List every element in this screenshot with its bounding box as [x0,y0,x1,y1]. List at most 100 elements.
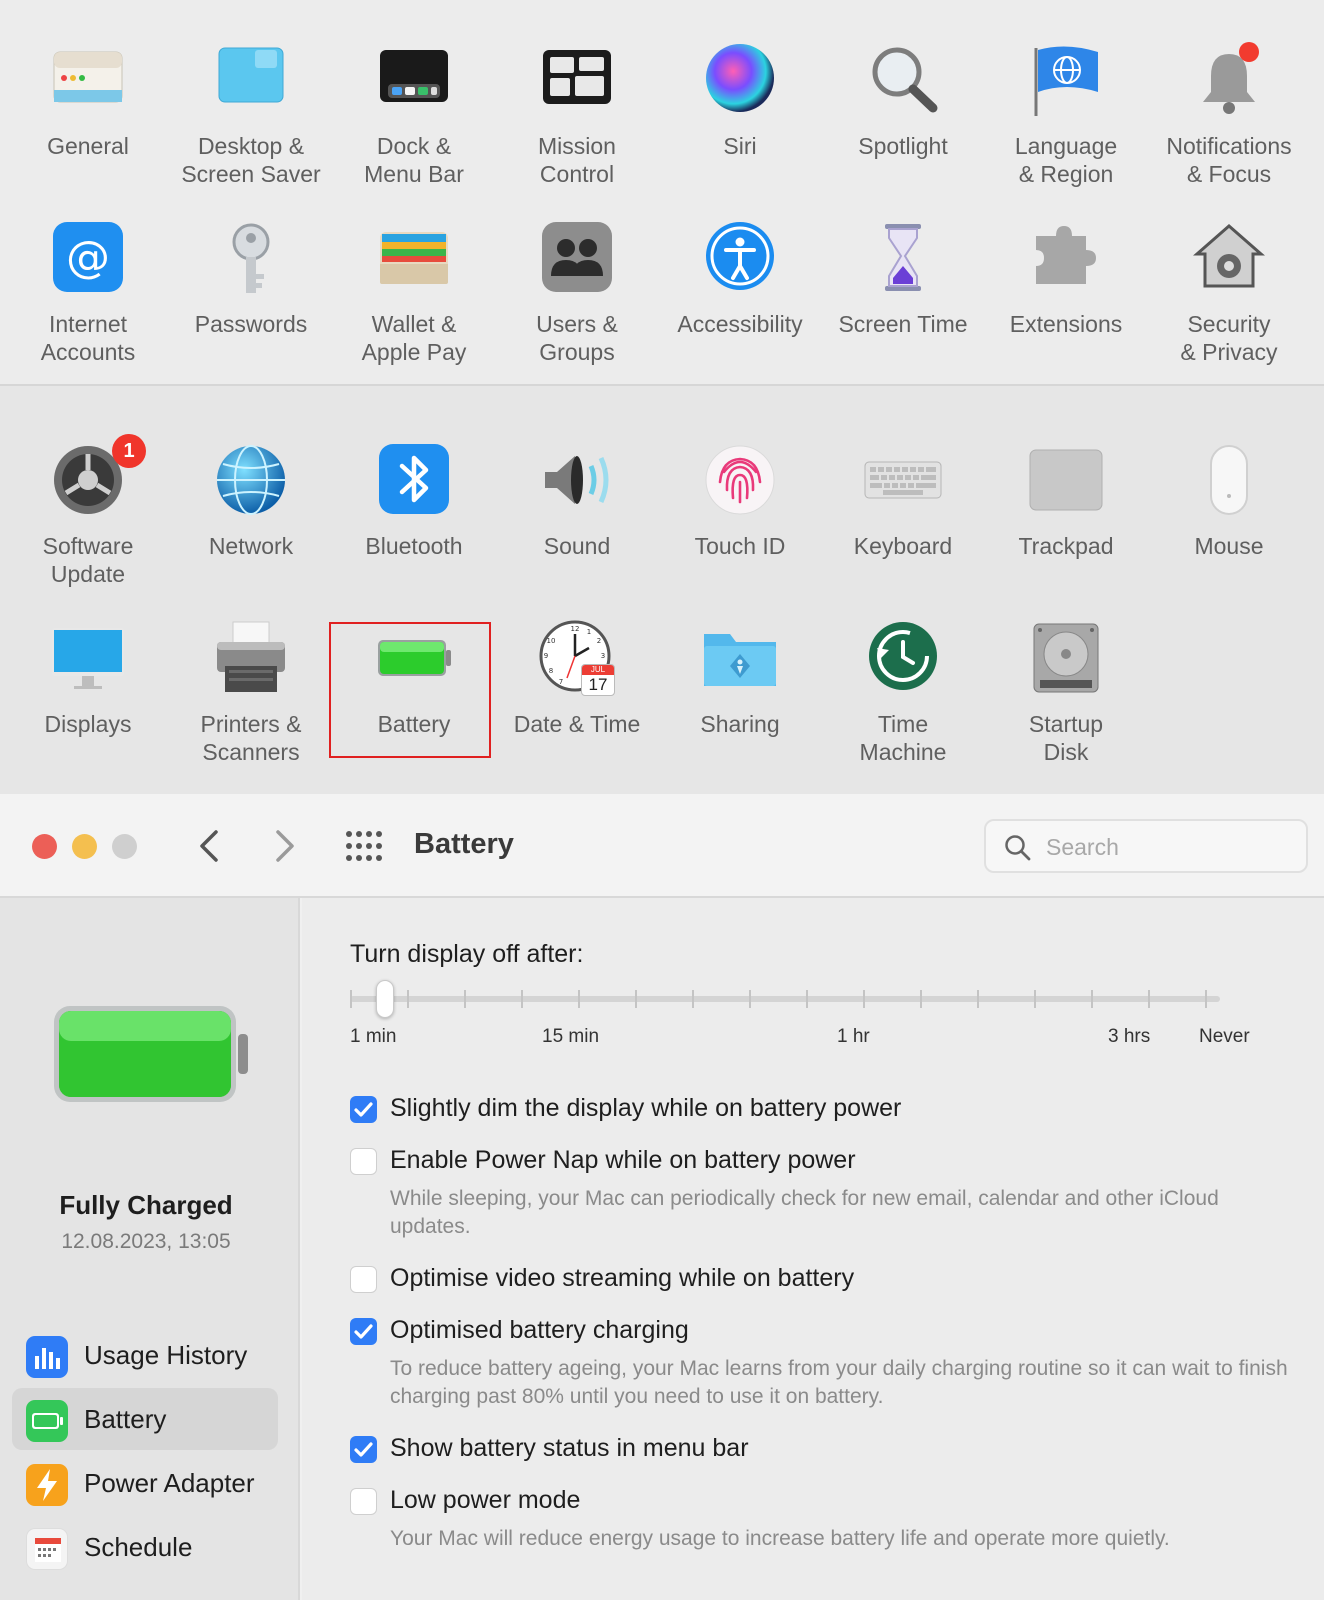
pref-label: Date & Time [513,711,641,737]
slider-thumb[interactable] [376,980,394,1018]
pref-extensions[interactable]: Extensions [986,220,1146,338]
power-nap-checkbox[interactable] [350,1148,377,1175]
tick-label-1hr: 1 hr [837,1026,870,1047]
low-power-mode-checkbox[interactable] [350,1488,377,1515]
pref-accessibility[interactable]: Accessibility [660,220,820,338]
pref-label: Printers & Scanners [200,711,302,765]
svg-text:2: 2 [597,637,601,645]
pref-label: Startup Disk [1028,711,1104,765]
pref-spotlight[interactable]: Spotlight [823,42,983,160]
svg-text:12: 12 [571,625,580,633]
users-icon [537,220,617,300]
pref-label: Bluetooth [365,533,463,559]
slider-label: Turn display off after: [350,940,584,968]
pref-language-region[interactable]: Language & Region [986,42,1146,188]
pref-sharing[interactable]: Sharing [660,620,820,738]
date-time-icon: 12 1 2 3 10 9 8 7 JUL 17 [537,620,617,700]
pref-desktop-screen-saver[interactable]: Desktop & Screen Saver [171,42,331,188]
sound-icon [537,442,617,522]
slider-tick [977,990,979,1008]
pref-bluetooth[interactable]: Bluetooth [334,442,494,560]
show-battery-status-label: Show battery status in menu bar [390,1434,749,1462]
pref-label: Time Machine [859,711,947,765]
pref-keyboard[interactable]: Keyboard [823,442,983,560]
sidebar-item-schedule[interactable]: Schedule [12,1516,278,1578]
pref-label: Displays [44,711,132,737]
svg-text:8: 8 [549,667,553,675]
pref-startup-disk[interactable]: Startup Disk [986,620,1146,766]
pref-software-update[interactable]: 1 Software Update [8,434,168,588]
slider-tick [1148,990,1150,1008]
pref-label: Spotlight [858,133,948,159]
pref-label: General [47,133,129,159]
sidebar-item-label: Battery [84,1404,167,1434]
search-icon [1005,835,1031,861]
display-sleep-slider[interactable] [350,980,1220,1020]
network-icon [211,442,291,522]
pref-passwords[interactable]: Passwords [171,220,331,338]
pref-dock-menu-bar[interactable]: Dock & Menu Bar [334,42,494,188]
pref-mission-control[interactable]: Mission Control [497,42,657,188]
search-field[interactable]: Search [984,819,1308,873]
schedule-icon [26,1528,68,1570]
sidebar-item-power-adapter[interactable]: Power Adapter [12,1452,278,1514]
power-adapter-icon [26,1464,68,1506]
language-icon [1026,42,1106,122]
slider-tick [806,990,808,1008]
pref-mouse[interactable]: Mouse [1149,442,1309,560]
pref-general[interactable]: General [8,42,168,160]
notifications-icon [1189,42,1269,122]
pref-siri[interactable]: Siri [660,42,820,160]
update-badge: 1 [112,434,146,468]
pref-trackpad[interactable]: Trackpad [986,442,1146,560]
minimize-button[interactable] [72,834,97,859]
chevron-left-icon [200,830,218,862]
pref-security-privacy[interactable]: Security & Privacy [1149,220,1309,366]
slider-tick [692,990,694,1008]
pref-notifications-focus[interactable]: Notifications & Focus [1149,42,1309,188]
pref-touch-id[interactable]: Touch ID [660,442,820,560]
siri-icon [700,42,780,122]
battery-small-icon [26,1400,68,1442]
pref-date-time[interactable]: 12 1 2 3 10 9 8 7 JUL 17 Date & Time [497,620,657,738]
optimise-video-checkbox[interactable] [350,1266,377,1293]
general-icon [48,42,128,122]
pref-label: Notifications & Focus [1166,133,1292,187]
calendar-day: 17 [588,675,608,694]
checkmark-icon [354,1324,373,1339]
pref-time-machine[interactable]: Time Machine [823,620,983,766]
pref-network[interactable]: Network [171,442,331,560]
pref-screen-time[interactable]: Screen Time [823,220,983,338]
close-button[interactable] [32,834,57,859]
zoom-button[interactable] [112,834,137,859]
optimised-charging-checkbox[interactable] [350,1318,377,1345]
pref-label: Users & Groups [536,311,618,365]
pref-label: Network [208,533,294,559]
desktop-icon [211,42,291,122]
show-battery-status-checkbox[interactable] [350,1436,377,1463]
pref-label: Passwords [194,311,308,337]
pref-wallet-apple-pay[interactable]: Wallet & Apple Pay [334,220,494,366]
tick-label-3hrs: 3 hrs [1108,1026,1151,1047]
dim-display-checkbox[interactable] [350,1096,377,1123]
pref-sound[interactable]: Sound [497,442,657,560]
pref-displays[interactable]: Displays [8,620,168,738]
dock-icon [374,42,454,122]
pref-label: Dock & Menu Bar [364,133,464,187]
passwords-icon [211,220,291,300]
mission-control-icon [537,42,617,122]
search-placeholder: Search [1046,834,1119,860]
pref-label: Siri [723,133,757,159]
show-all-button[interactable] [344,828,384,864]
pref-users-groups[interactable]: Users & Groups [497,220,657,366]
back-button[interactable] [192,824,228,868]
sidebar-item-usage-history[interactable]: Usage History [12,1324,278,1386]
forward-button[interactable] [266,824,302,868]
svg-text:1: 1 [587,628,591,636]
sidebar-item-battery[interactable]: Battery [12,1388,278,1450]
pref-internet-accounts[interactable]: @ Internet Accounts [8,220,168,366]
pref-label: Mission Control [538,133,616,187]
tick-label-never: Never [1199,1026,1250,1047]
pref-printers-scanners[interactable]: Printers & Scanners [171,620,331,766]
svg-text:@: @ [66,232,110,283]
